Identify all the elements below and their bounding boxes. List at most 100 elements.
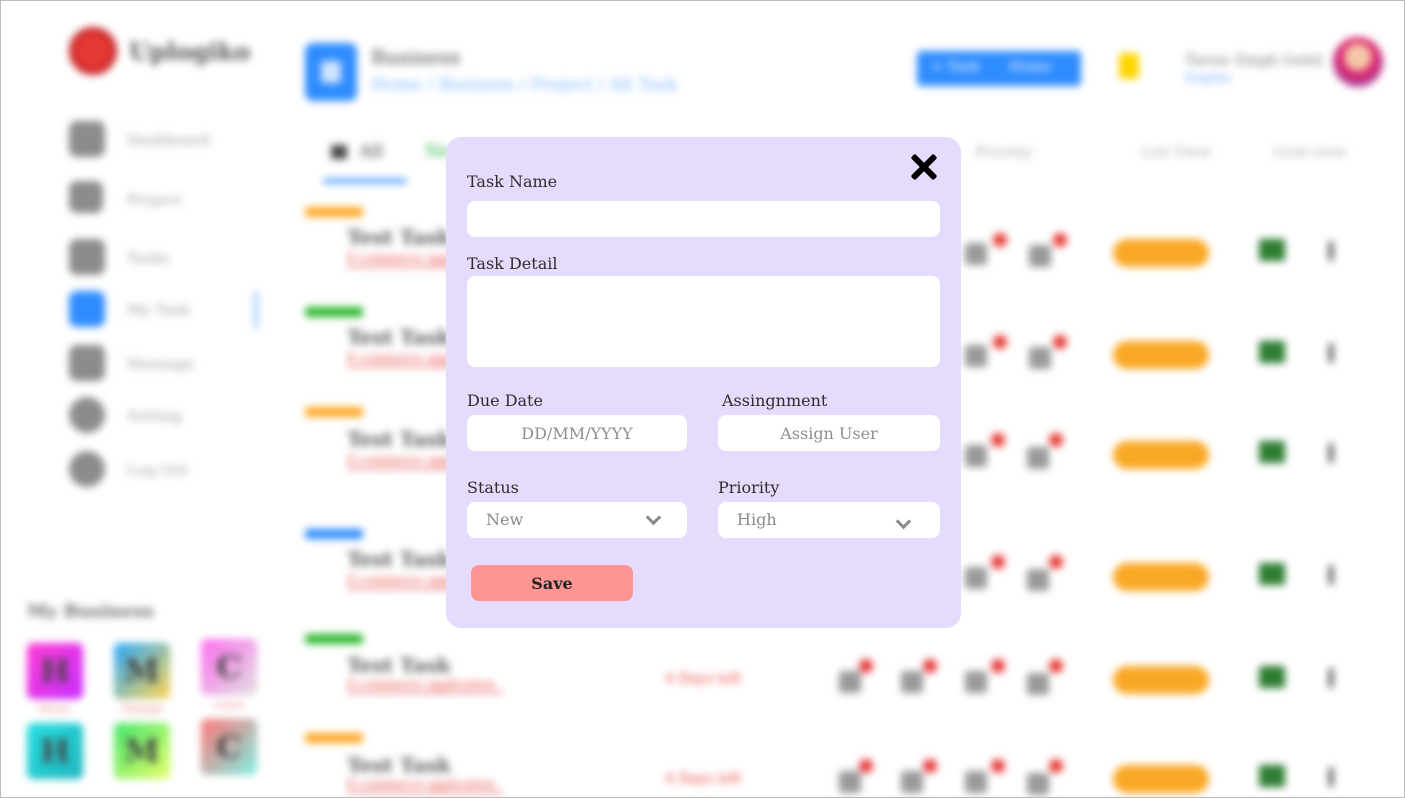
add-task-modal: Task Name Task Detail Due Date Assingnme…	[446, 137, 961, 628]
row-status-tag	[305, 207, 363, 217]
due-date-input[interactable]	[467, 415, 687, 451]
assign-user-input[interactable]	[718, 415, 940, 451]
attachment-icon[interactable]	[839, 771, 861, 793]
comment-icon[interactable]	[965, 445, 987, 467]
avatar[interactable]	[1333, 37, 1383, 87]
priority-select[interactable]: High	[718, 502, 940, 538]
flag-icon[interactable]	[1259, 341, 1285, 363]
gear-icon	[69, 397, 105, 433]
notification-icon[interactable]	[1119, 53, 1139, 79]
badge-dot	[1049, 433, 1063, 447]
rating-stars	[1113, 239, 1209, 267]
active-nav-indicator	[254, 291, 258, 329]
business-caption: Mover	[38, 704, 72, 715]
flag-icon[interactable]	[1259, 441, 1285, 463]
chevron-down-icon	[895, 513, 912, 530]
status-select[interactable]: New	[467, 502, 687, 538]
badge-dot	[1053, 335, 1067, 349]
clipboard-icon[interactable]	[1027, 673, 1049, 695]
row-menu-icon[interactable]	[1329, 241, 1333, 261]
home-button[interactable]: Home	[1009, 59, 1051, 75]
business-caption: Manage	[121, 704, 163, 715]
business-card[interactable]: C	[201, 719, 257, 775]
business-card[interactable]: M	[114, 643, 170, 699]
business-card[interactable]: H	[27, 643, 83, 699]
task-title[interactable]: Test Task	[347, 325, 451, 349]
sidebar-item-tasks[interactable]: Tasks	[69, 239, 269, 279]
task-name-label: Task Name	[467, 172, 558, 191]
row-menu-icon[interactable]	[1329, 668, 1333, 688]
rating-stars	[1113, 666, 1209, 694]
badge-dot	[993, 233, 1007, 247]
clipboard-icon[interactable]	[1027, 773, 1049, 795]
badge-dot	[923, 659, 937, 673]
days-left: 4 Days left	[665, 671, 742, 687]
header-actions[interactable]: + Task Home	[917, 51, 1081, 86]
task-detail-label: Task Detail	[467, 254, 558, 273]
row-menu-icon[interactable]	[1329, 767, 1333, 787]
row-status-tag	[305, 529, 363, 539]
task-name-input[interactable]	[467, 201, 940, 237]
list-view-toggle[interactable]: List View	[1141, 143, 1211, 161]
sidebar-item-my-task[interactable]: My Task	[69, 291, 269, 331]
chat-icon[interactable]	[901, 671, 923, 693]
clipboard-icon[interactable]	[1029, 245, 1051, 267]
comment-icon[interactable]	[965, 567, 987, 589]
grid-view-toggle[interactable]: Grid view	[1273, 143, 1346, 161]
badge-dot	[1049, 555, 1063, 569]
clipboard-icon[interactable]	[1027, 447, 1049, 469]
row-menu-icon[interactable]	[1329, 443, 1333, 463]
chat-icon[interactable]	[901, 771, 923, 793]
status-value: New	[486, 510, 524, 529]
sidebar-item-label: My Task	[127, 301, 191, 319]
business-card[interactable]: H	[27, 723, 83, 779]
sidebar-item-label: Project	[127, 191, 182, 209]
task-title[interactable]: Test Task	[347, 653, 451, 677]
task-title[interactable]: Test Task	[347, 753, 451, 777]
add-task-button[interactable]: + Task	[931, 59, 979, 75]
clipboard-icon[interactable]	[1027, 569, 1049, 591]
page-title: Business	[371, 45, 461, 69]
flag-icon[interactable]	[1259, 765, 1285, 787]
sidebar-item-message[interactable]: Message	[69, 345, 269, 385]
tab-all[interactable]: All	[359, 141, 384, 162]
attachment-icon[interactable]	[839, 671, 861, 693]
comment-icon[interactable]	[965, 243, 987, 265]
row-menu-icon[interactable]	[1329, 343, 1333, 363]
all-tab-icon	[331, 145, 347, 159]
task-title[interactable]: Test Task	[347, 547, 451, 571]
close-icon[interactable]	[910, 153, 938, 181]
row-menu-icon[interactable]	[1329, 565, 1333, 585]
sidebar-item-logout[interactable]: Log Out	[69, 451, 269, 491]
comment-icon[interactable]	[965, 345, 987, 367]
badge-dot	[1049, 759, 1063, 773]
sidebar-item-dashboard[interactable]: Dashboard	[69, 121, 269, 161]
sidebar-item-setting[interactable]: Setting	[69, 397, 269, 437]
sidebar-item-label: Message	[127, 355, 195, 373]
task-detail-textarea[interactable]	[467, 276, 940, 367]
task-title[interactable]: Test Task	[347, 225, 451, 249]
task-title[interactable]: Test Task	[347, 427, 451, 451]
breadcrumb[interactable]: Home / Business / Project / All Task	[371, 75, 677, 95]
priority-value: High	[737, 510, 777, 529]
badge-dot	[991, 759, 1005, 773]
priority-filter[interactable]: Priority	[975, 143, 1033, 161]
row-status-tag	[305, 407, 363, 417]
business-icon	[305, 43, 357, 101]
business-card[interactable]: M	[114, 723, 170, 779]
badge-dot	[1049, 659, 1063, 673]
flag-icon[interactable]	[1259, 666, 1285, 688]
logout-icon	[69, 451, 105, 487]
comment-icon[interactable]	[965, 671, 987, 693]
sidebar-item-project[interactable]: Project	[69, 181, 269, 221]
badge-dot	[1053, 233, 1067, 247]
clipboard-icon[interactable]	[1029, 347, 1051, 369]
flag-icon[interactable]	[1259, 563, 1285, 585]
save-button[interactable]: Save	[471, 565, 633, 601]
business-card[interactable]: C	[201, 639, 257, 695]
comment-icon[interactable]	[965, 771, 987, 793]
user-name: Tarun Singh Gehil	[1185, 51, 1323, 69]
badge-dot	[991, 433, 1005, 447]
flag-icon[interactable]	[1259, 239, 1285, 261]
task-subtitle: E-commerce application	[347, 777, 503, 794]
